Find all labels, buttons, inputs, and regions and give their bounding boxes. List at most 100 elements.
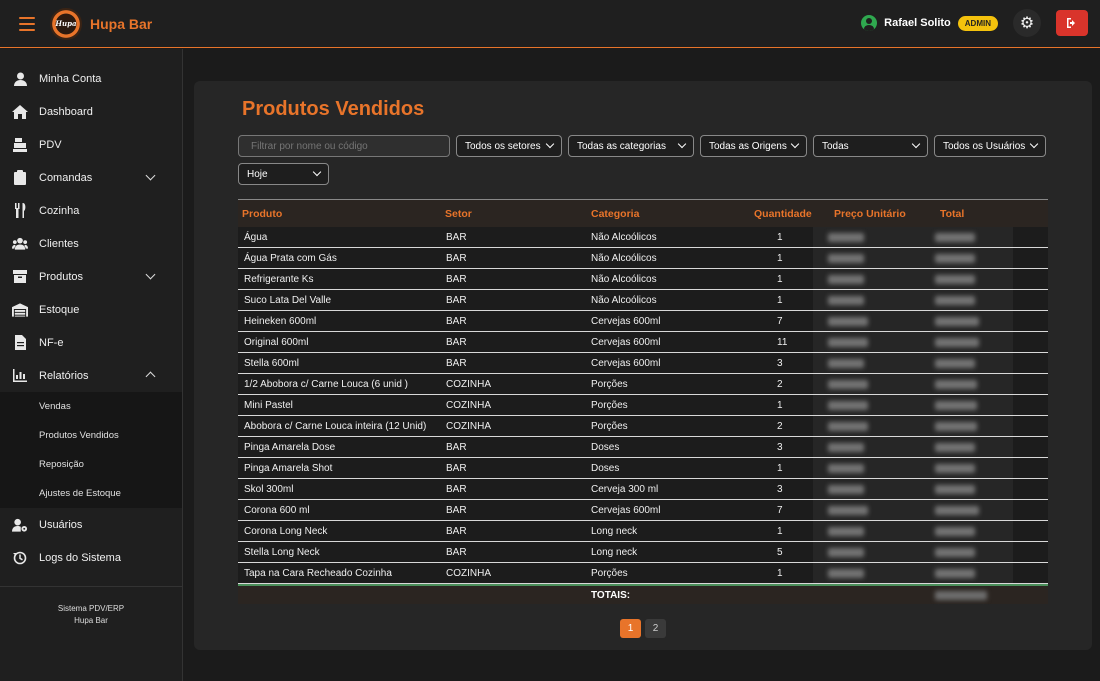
- clipboard-icon: [12, 170, 28, 186]
- col-setor[interactable]: Setor: [445, 208, 472, 220]
- cell-setor: BAR: [446, 232, 467, 243]
- select-value: Hoje: [247, 168, 268, 180]
- setores-select[interactable]: Todos os setores: [456, 135, 562, 157]
- reports-submenu: Vendas Produtos Vendidos Reposição Ajust…: [0, 392, 182, 508]
- sidebar-item-relatorios[interactable]: Relatórios: [0, 359, 182, 392]
- cell-categoria: Cervejas 600ml: [591, 337, 661, 348]
- chevron-up-icon: [145, 371, 156, 382]
- cell-setor: BAR: [446, 547, 467, 558]
- page-button-1[interactable]: 1: [620, 619, 641, 638]
- sidebar-item-usuarios[interactable]: Usuários: [0, 508, 182, 541]
- categorias-select[interactable]: Todas as categorias: [568, 135, 694, 157]
- footer-company-name: Hupa Bar: [74, 616, 108, 625]
- chevron-down-icon: [312, 167, 322, 177]
- chevron-down-icon: [911, 139, 921, 149]
- products-table: Produto Setor Categoria Quantidade Preço…: [238, 199, 1048, 604]
- cell-categoria: Cervejas 600ml: [591, 358, 661, 369]
- col-categoria[interactable]: Categoria: [591, 208, 639, 220]
- chart-icon: [12, 368, 28, 384]
- menu-toggle-icon[interactable]: [19, 16, 35, 31]
- sidebar-item-dashboard[interactable]: Dashboard: [0, 95, 182, 128]
- sidebar-item-label: NF-e: [39, 336, 64, 349]
- utensils-icon: [12, 203, 28, 219]
- totals-label: TOTAIS:: [591, 590, 631, 601]
- col-produto[interactable]: Produto: [242, 208, 282, 220]
- logout-button[interactable]: [1056, 10, 1088, 36]
- user-avatar-icon: [861, 15, 878, 31]
- brand-name: Hupa Bar: [90, 15, 153, 32]
- page-button-2[interactable]: 2: [645, 619, 666, 638]
- cell-produto: Água: [244, 232, 268, 243]
- col-quantidade[interactable]: Quantidade: [754, 208, 812, 220]
- cell-setor: COZINHA: [446, 568, 491, 579]
- periodo-select[interactable]: Hoje: [238, 163, 329, 185]
- submenu-item-produtos-vendidos[interactable]: Produtos Vendidos: [0, 421, 182, 450]
- sidebar-item-label: Clientes: [39, 237, 79, 250]
- cell-setor: BAR: [446, 526, 467, 537]
- sidebar-item-produtos[interactable]: Produtos: [0, 260, 182, 293]
- main-panel: Produtos Vendidos Todos os setores Todas…: [194, 81, 1092, 650]
- sidebar-item-pdv[interactable]: PDV: [0, 128, 182, 161]
- history-icon: [12, 550, 28, 566]
- submenu-item-vendas[interactable]: Vendas: [0, 392, 182, 421]
- cell-setor: BAR: [446, 442, 467, 453]
- cell-quantidade: 2: [777, 379, 783, 390]
- select-value: Todas: [822, 140, 849, 152]
- gear-icon: ⚙: [1019, 15, 1035, 32]
- cell-quantidade: 1: [777, 463, 783, 474]
- select-value: Todos os setores: [465, 140, 541, 152]
- select-value: Todos os Usuários: [943, 140, 1026, 152]
- home-icon: [12, 104, 28, 120]
- chevron-down-icon: [545, 139, 555, 149]
- sidebar-item-label: PDV: [39, 138, 62, 151]
- col-total[interactable]: Total: [940, 208, 964, 220]
- cell-categoria: Porções: [591, 568, 628, 579]
- sidebar-item-label: Dashboard: [39, 105, 93, 118]
- origens-select[interactable]: Todas as Origens: [700, 135, 807, 157]
- cell-categoria: Cervejas 600ml: [591, 505, 661, 516]
- cell-quantidade: 2: [777, 421, 783, 432]
- sidebar-item-comandas[interactable]: Comandas: [0, 161, 182, 194]
- cell-produto: Corona Long Neck: [244, 526, 328, 537]
- users-icon: [12, 236, 28, 252]
- logo-text: Hupa: [55, 19, 77, 28]
- sidebar-item-estoque[interactable]: Estoque: [0, 293, 182, 326]
- cell-setor: COZINHA: [446, 400, 491, 411]
- select-value: Todas as Origens: [709, 140, 787, 152]
- cell-categoria: Cervejas 600ml: [591, 316, 661, 327]
- cell-produto: Refrigerante Ks: [244, 274, 314, 285]
- col-preco-unitario[interactable]: Preço Unitário: [834, 208, 906, 220]
- status-select[interactable]: Todas: [813, 135, 928, 157]
- search-input[interactable]: [238, 135, 450, 157]
- cell-quantidade: 1: [777, 295, 783, 306]
- chevron-down-icon: [145, 269, 156, 280]
- submenu-item-reposicao[interactable]: Reposição: [0, 450, 182, 479]
- cell-categoria: Porções: [591, 400, 628, 411]
- cell-setor: BAR: [446, 295, 467, 306]
- sidebar-item-label: Estoque: [39, 303, 80, 316]
- cell-quantidade: 7: [777, 505, 783, 516]
- sidebar-item-nfe[interactable]: NF-e: [0, 326, 182, 359]
- cell-quantidade: 3: [777, 442, 783, 453]
- settings-button[interactable]: ⚙: [1013, 9, 1041, 37]
- sidebar-item-minha-conta[interactable]: Minha Conta: [0, 62, 182, 95]
- sidebar-item-clientes[interactable]: Clientes: [0, 227, 182, 260]
- usuarios-select[interactable]: Todos os Usuários: [934, 135, 1046, 157]
- cell-produto: 1/2 Abobora c/ Carne Louca (6 unid ): [244, 379, 408, 390]
- cell-quantidade: 1: [777, 232, 783, 243]
- box-icon: [12, 269, 28, 285]
- sidebar-item-label: Logs do Sistema: [39, 551, 121, 564]
- cell-quantidade: 3: [777, 484, 783, 495]
- cell-quantidade: 1: [777, 568, 783, 579]
- submenu-item-ajustes-estoque[interactable]: Ajustes de Estoque: [0, 479, 182, 508]
- user-name[interactable]: Rafael Solito: [884, 17, 951, 29]
- cell-setor: BAR: [446, 274, 467, 285]
- cell-categoria: Doses: [591, 442, 620, 453]
- cell-produto: Corona 600 ml: [244, 505, 310, 516]
- cell-produto: Original 600ml: [244, 337, 309, 348]
- sidebar-item-logs[interactable]: Logs do Sistema: [0, 541, 182, 574]
- sidebar: Minha Conta Dashboard PDV Comandas Cozin…: [0, 49, 183, 681]
- chevron-down-icon: [677, 139, 687, 149]
- role-badge: ADMIN: [957, 15, 998, 31]
- sidebar-item-cozinha[interactable]: Cozinha: [0, 194, 182, 227]
